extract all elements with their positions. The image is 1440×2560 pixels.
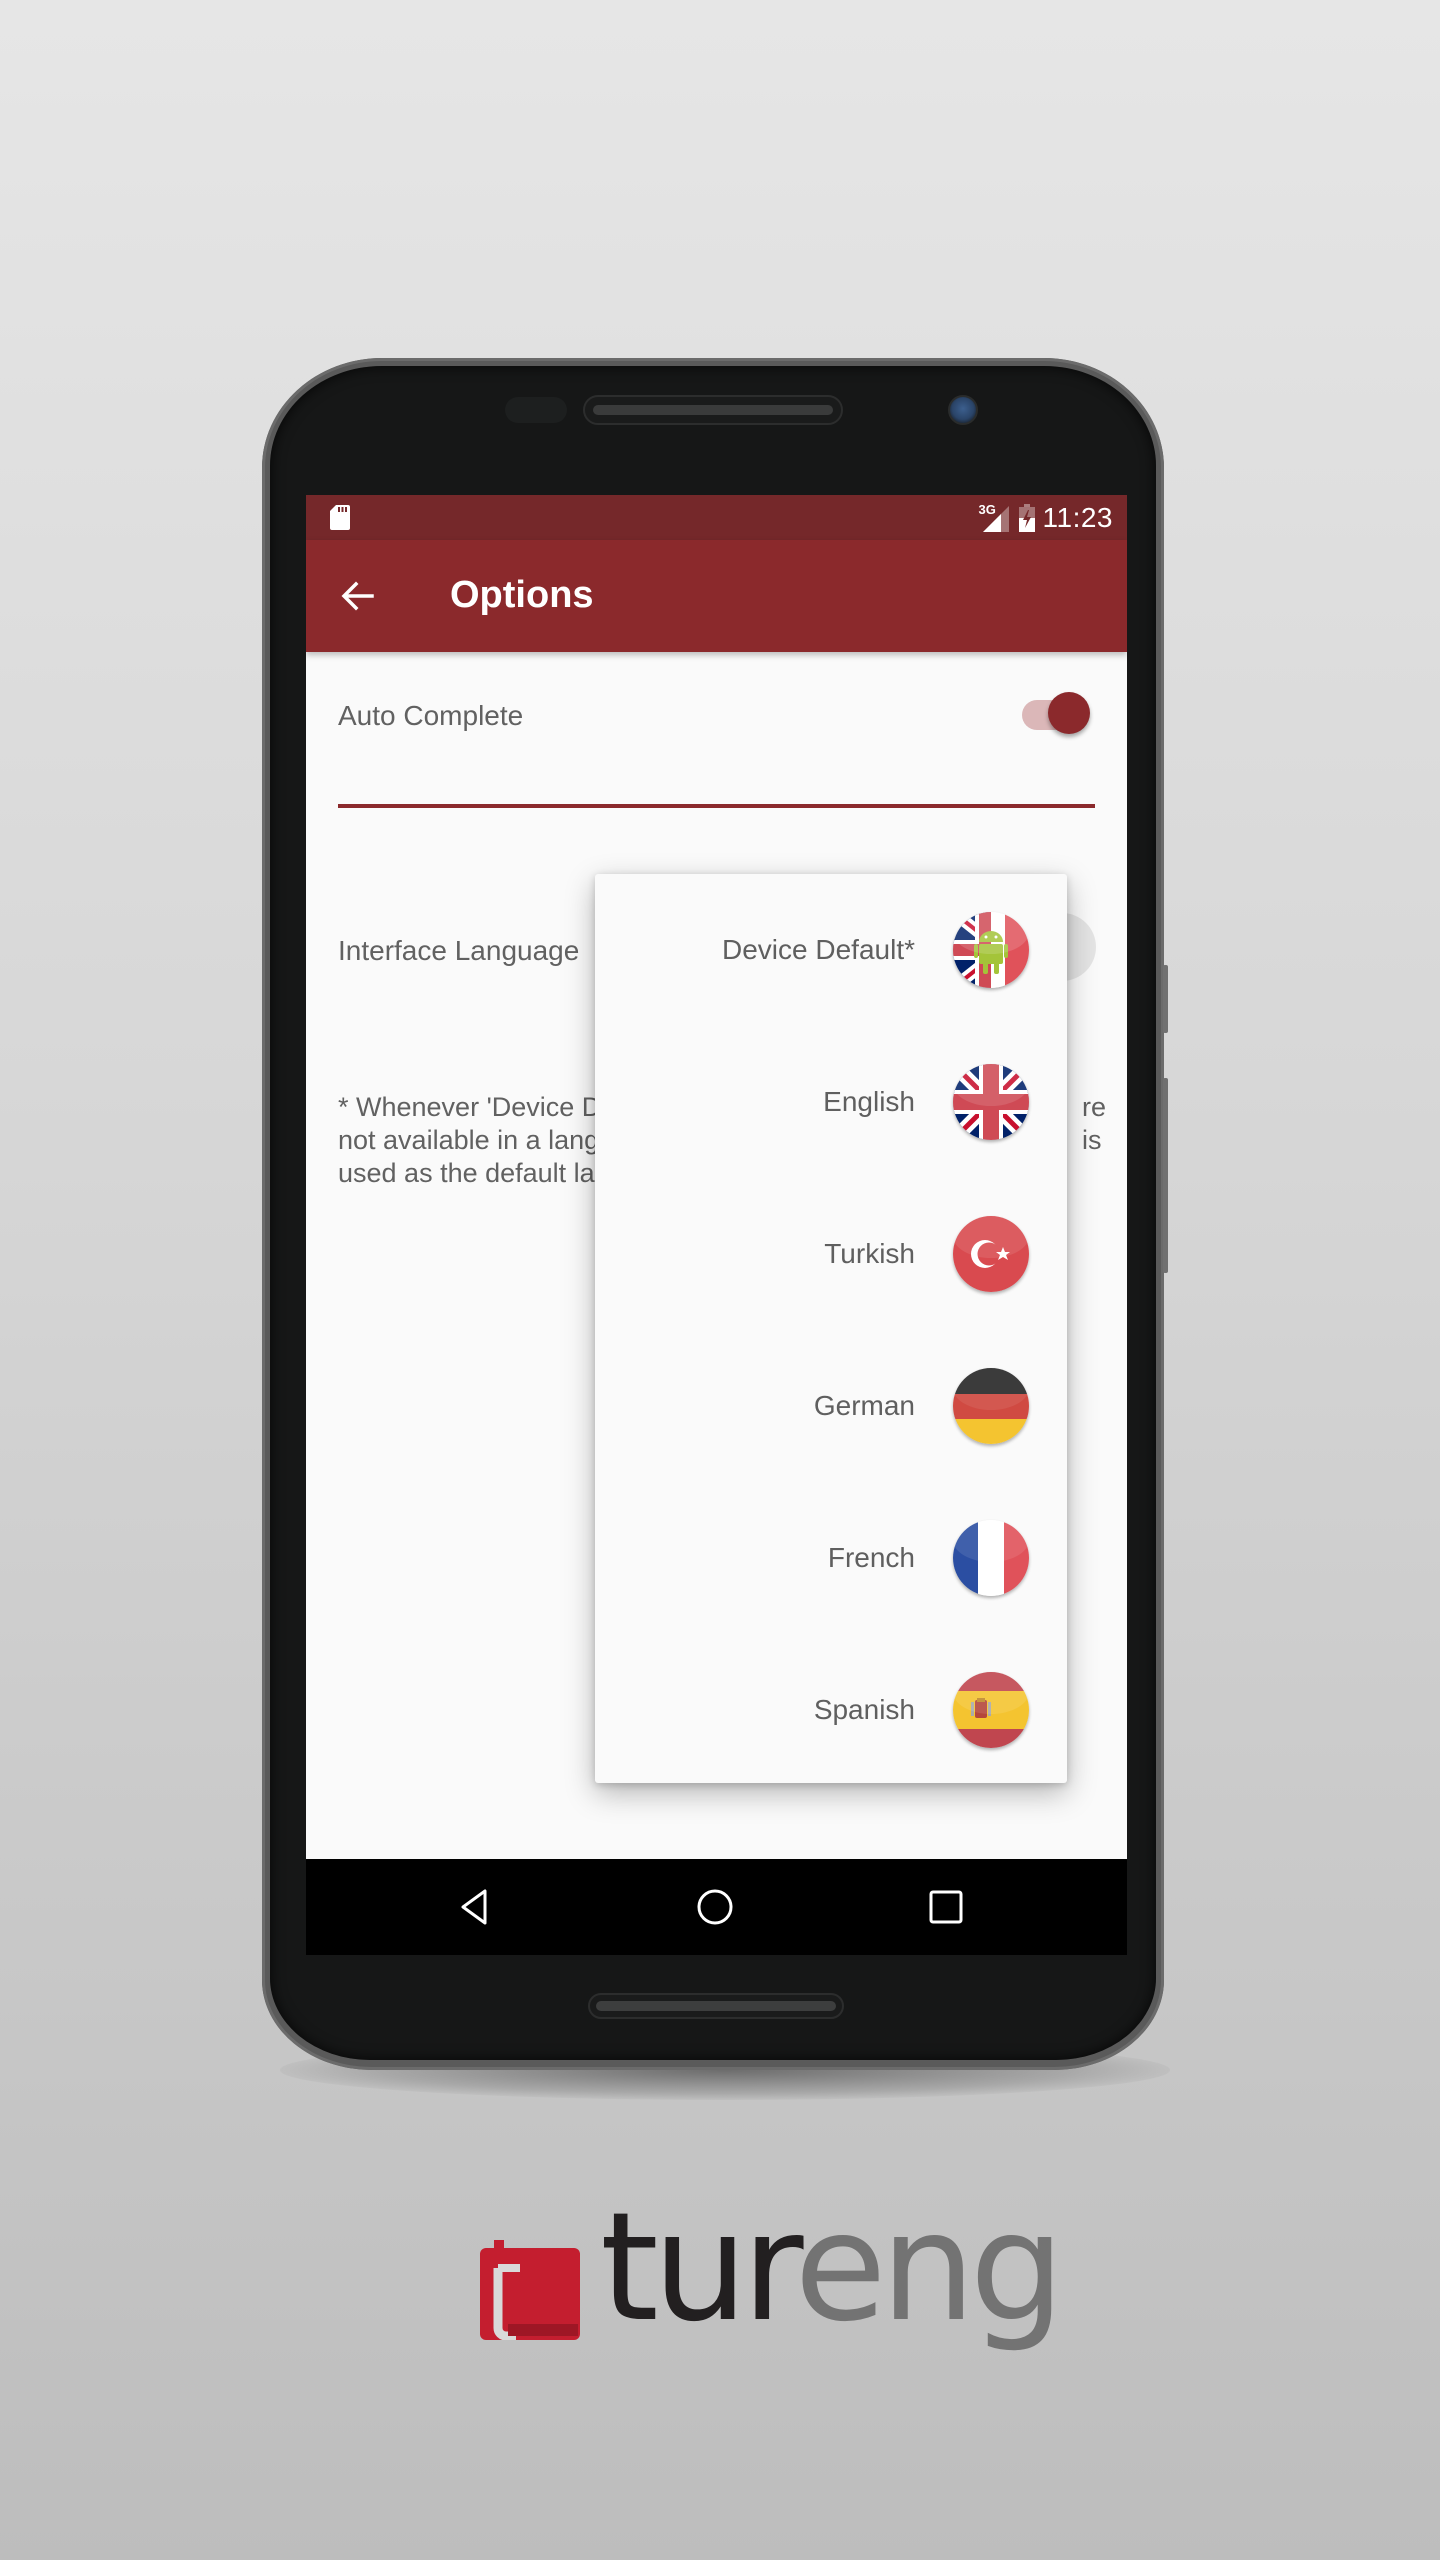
language-option-device-default[interactable]: Device Default* <box>595 874 1067 1026</box>
front-camera <box>948 395 978 425</box>
phone-screen: 3G 11:23 Options Auto Complete Interface… <box>306 495 1127 1955</box>
bottom-speaker <box>588 1993 844 2019</box>
language-note-text-right: re is <box>1082 1092 1107 1155</box>
proximity-sensor <box>505 397 567 423</box>
language-option-label: French <box>827 1542 915 1573</box>
wordmark-grey-part: eng <box>794 2181 1065 2355</box>
arrow-back-icon[interactable] <box>334 572 382 620</box>
interface-language-label: Interface Language <box>338 935 580 966</box>
language-note-text-left: * Whenever 'Device D not available in a … <box>338 1092 602 1188</box>
volume-button <box>1163 1078 1168 1273</box>
status-clock: 11:23 <box>1042 502 1113 533</box>
language-option-spanish[interactable]: Spanish <box>595 1634 1067 1786</box>
wordmark-dark-part: tur <box>600 2181 800 2355</box>
language-option-english[interactable]: English <box>595 1026 1067 1178</box>
turkey-flag-icon <box>953 1216 1029 1292</box>
germany-flag-icon <box>953 1368 1029 1444</box>
tureng-wordmark: tureng <box>600 2193 1065 2343</box>
language-option-french[interactable]: French <box>595 1482 1067 1634</box>
tureng-logo: tureng <box>480 2193 1065 2375</box>
tureng-logo-mark-icon <box>480 2240 580 2340</box>
language-option-label: English <box>823 1086 915 1117</box>
sd-card-icon <box>330 505 350 530</box>
language-option-label: Turkish <box>824 1238 915 1269</box>
home-circle-icon[interactable] <box>691 1883 739 1931</box>
language-option-german[interactable]: German <box>595 1330 1067 1482</box>
auto-complete-label: Auto Complete <box>338 700 524 731</box>
language-dropdown-menu: Device Default* English Turkish German F… <box>595 874 1067 1783</box>
status-icons: 3G 11:23 <box>979 501 1114 535</box>
status-bar: 3G 11:23 <box>306 495 1127 540</box>
page-title: Options <box>450 574 594 616</box>
app-bar: Options <box>306 540 1127 652</box>
earpiece-speaker <box>583 395 843 425</box>
language-option-label: Device Default* <box>722 934 915 965</box>
auto-complete-toggle[interactable] <box>1022 692 1092 742</box>
auto-complete-underline <box>338 804 1095 808</box>
system-nav-bar <box>306 1859 1127 1955</box>
france-flag-icon <box>953 1520 1029 1596</box>
battery-charging-icon <box>1018 504 1035 532</box>
language-option-label: Spanish <box>813 1694 915 1725</box>
language-option-turkish[interactable]: Turkish <box>595 1178 1067 1330</box>
power-button <box>1163 965 1168 1033</box>
toggle-thumb <box>1048 692 1090 734</box>
back-triangle-icon[interactable] <box>453 1883 501 1931</box>
language-option-label: German <box>813 1390 915 1421</box>
spain-flag-icon <box>953 1672 1029 1748</box>
recents-square-icon[interactable] <box>922 1883 970 1931</box>
signal-3g-icon: 3G <box>979 502 1011 532</box>
uk-flag-icon <box>953 1064 1029 1140</box>
device-default-flag-icon <box>953 912 1029 988</box>
